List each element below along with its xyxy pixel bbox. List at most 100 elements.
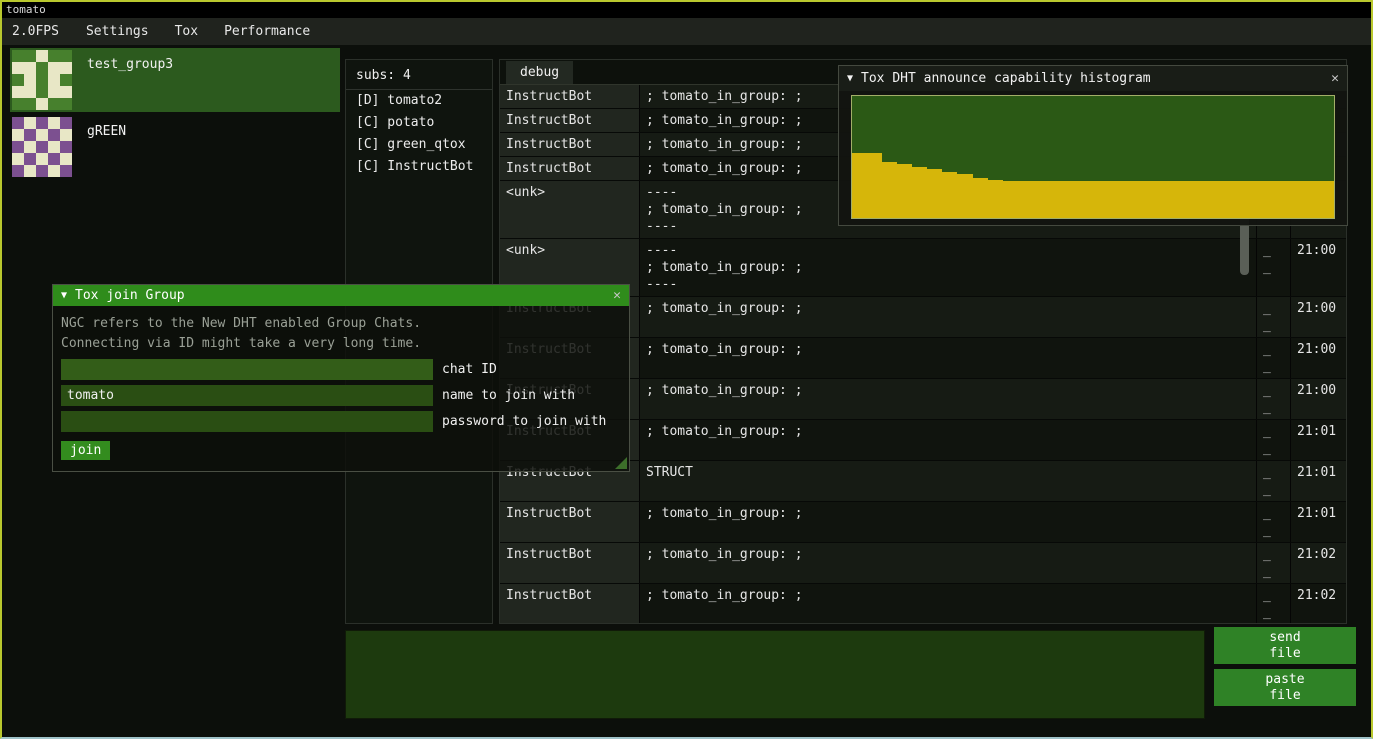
histogram-bar (1198, 181, 1213, 218)
chat-delivery-flags: _ _ (1257, 338, 1291, 378)
chat-message-row[interactable]: InstructBot; tomato_in_group: ;_ _21:02 (500, 584, 1346, 623)
avatar-pixel (12, 165, 24, 177)
avatar-pixel (12, 141, 24, 153)
paste-file-button[interactable]: paste file (1214, 669, 1356, 706)
chat-delivery-flags: _ _ (1257, 543, 1291, 583)
histogram-bar (1304, 181, 1319, 218)
avatar-pixel (48, 141, 60, 153)
avatar-pixel (12, 86, 24, 98)
avatar-pixel (48, 86, 60, 98)
chat-timestamp: 21:02 (1291, 543, 1346, 583)
join-window-titlebar[interactable]: ▼ Tox join Group ✕ (53, 285, 629, 306)
histogram-bar (912, 167, 927, 218)
histogram-bar (1244, 181, 1259, 218)
group-name: gREEN (87, 124, 126, 178)
menu-item-tox[interactable]: Tox (162, 19, 211, 44)
resize-grip[interactable] (615, 457, 627, 469)
histogram-bar (852, 153, 867, 218)
histogram-bar (1168, 181, 1183, 218)
avatar-pixel (36, 117, 48, 129)
group-item-gREEN[interactable]: gREEN (10, 115, 340, 179)
histogram-window: ▼ Tox DHT announce capability histogram … (838, 65, 1348, 226)
histogram-bar (942, 172, 957, 218)
window-title: tomato (6, 3, 46, 16)
members-header: subs: 4 (346, 60, 492, 90)
chat-message-text: ; tomato_in_group: ; (640, 543, 1257, 583)
avatar-pixel (48, 129, 60, 141)
group-item-test_group3[interactable]: test_group3 (10, 48, 340, 112)
member-item[interactable]: [C] InstructBot (346, 156, 492, 178)
message-line: ; tomato_in_group: ; (646, 300, 1250, 317)
join-field-label: password to join with (442, 414, 606, 429)
close-icon[interactable]: ✕ (1331, 71, 1339, 86)
message-line: ; tomato_in_group: ; (646, 259, 1250, 276)
avatar-pixel (24, 153, 36, 165)
chat-message-row[interactable]: InstructBot ; tomato_in_group: ; _ _21:02 (500, 543, 1346, 584)
avatar-pixel (24, 50, 36, 62)
chat-message-row[interactable]: InstructBot; tomato_in_group: ;_ _21:01 (500, 502, 1346, 543)
close-icon[interactable]: ✕ (613, 288, 621, 303)
menu-item-performance[interactable]: Performance (211, 19, 323, 44)
collapse-icon[interactable]: ▼ (847, 73, 853, 84)
avatar-pixel (60, 129, 72, 141)
member-item[interactable]: [C] potato (346, 112, 492, 134)
join-info-text: NGC refers to the New DHT enabled Group … (61, 314, 621, 354)
avatar-pixel (48, 74, 60, 86)
histogram-bar (1214, 181, 1229, 218)
avatar-pixel (24, 129, 36, 141)
avatar-pixel (48, 98, 60, 110)
chat-delivery-flags: _ _ (1257, 420, 1291, 460)
avatar-pixel (24, 141, 36, 153)
join-button[interactable]: join (61, 441, 110, 460)
chat-sender-name: InstructBot (500, 543, 640, 583)
member-item[interactable]: [C] green_qtox (346, 134, 492, 156)
join-input-name-to-join-with[interactable] (61, 385, 433, 406)
collapse-icon[interactable]: ▼ (61, 290, 67, 301)
chat-message-text: ; tomato_in_group: ; (640, 297, 1257, 337)
chat-sender-name: InstructBot (500, 109, 640, 132)
menu-item-settings[interactable]: Settings (73, 19, 162, 44)
chat-message-text: ; tomato_in_group: ; (640, 584, 1257, 623)
avatar-pixel (12, 50, 24, 62)
chat-timestamp: 21:01 (1291, 420, 1346, 460)
histogram-bar (1033, 181, 1048, 218)
message-line: ; tomato_in_group: ; (646, 341, 1250, 358)
avatar-pixel (48, 117, 60, 129)
chat-message-text: ; tomato_in_group: ; (640, 502, 1257, 542)
group-list: test_group3 gREEN (10, 48, 340, 182)
chat-sender-name: <unk> (500, 181, 640, 238)
join-window-body: NGC refers to the New DHT enabled Group … (53, 306, 629, 468)
chat-message-text: ; tomato_in_group: ; (640, 379, 1257, 419)
avatar-pixel (36, 74, 48, 86)
member-item[interactable]: [D] tomato2 (346, 90, 492, 112)
avatar-pixel (24, 98, 36, 110)
message-line: ; tomato_in_group: ; (646, 546, 1250, 563)
window-titlebar: tomato (2, 2, 1371, 18)
tab-debug[interactable]: debug (506, 61, 573, 84)
avatar-pixel (60, 86, 72, 98)
histogram-bar (1274, 181, 1289, 218)
avatar-pixel (24, 62, 36, 74)
histogram-plot (851, 95, 1335, 219)
avatar-pixel (60, 141, 72, 153)
histogram-bar (1183, 181, 1198, 218)
avatar-pixel (48, 62, 60, 74)
join-fields: chat IDname to join withpassword to join… (61, 359, 621, 432)
join-input-password-to-join-with[interactable] (61, 411, 433, 432)
avatar-pixel (36, 50, 48, 62)
join-info-line: NGC refers to the New DHT enabled Group … (61, 314, 621, 334)
group-avatar (12, 50, 72, 110)
send-file-button[interactable]: send file (1214, 627, 1356, 664)
group-avatar (12, 117, 72, 177)
chat-timestamp: 21:00 (1291, 379, 1346, 419)
message-input[interactable] (345, 630, 1205, 719)
avatar-pixel (12, 117, 24, 129)
avatar-pixel (48, 153, 60, 165)
avatar-pixel (36, 129, 48, 141)
chat-delivery-flags: _ _ (1257, 297, 1291, 337)
avatar-pixel (24, 74, 36, 86)
histogram-window-titlebar[interactable]: ▼ Tox DHT announce capability histogram … (839, 66, 1347, 91)
message-line: ---- (646, 242, 1250, 259)
avatar-pixel (12, 153, 24, 165)
join-input-chat-ID[interactable] (61, 359, 433, 380)
